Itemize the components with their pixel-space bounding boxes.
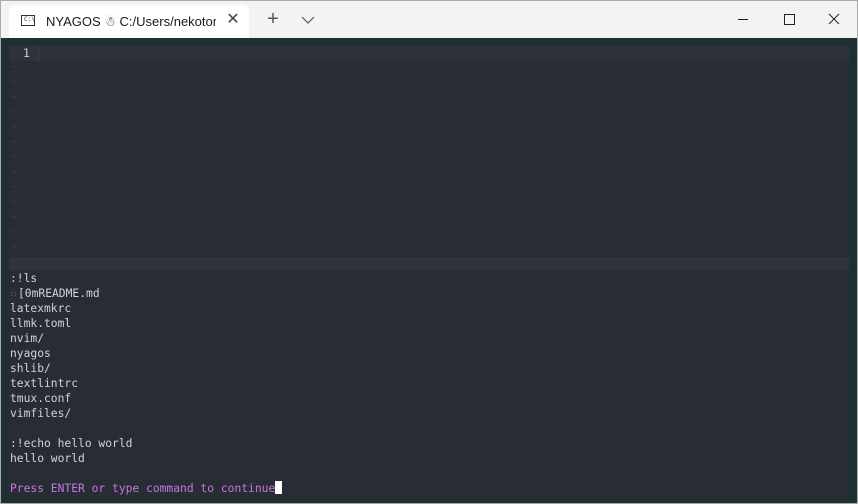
output-textlintrc: textlintrc (10, 377, 79, 390)
empty-line-tilde: ~ (11, 122, 18, 133)
chevron-down-icon[interactable] (299, 11, 317, 29)
empty-line-tilde: ~ (11, 182, 18, 193)
command-line-separator (9, 257, 849, 270)
cursor-line: 1 (9, 46, 849, 61)
empty-line-tilde: ~ (11, 197, 18, 208)
empty-line-tilde: ~ (11, 107, 18, 118)
output-readme: ▫[0mREADME.md (10, 286, 100, 301)
command-ls: :!ls (10, 272, 38, 285)
output-nvim: nvim/ (10, 332, 45, 345)
empty-line-tilde: ~ (11, 92, 18, 103)
line-number-divider (38, 46, 39, 61)
close-icon[interactable]: ✕ (225, 12, 241, 28)
plus-icon[interactable]: + (263, 9, 283, 29)
output-llmk: llmk.toml (10, 317, 72, 330)
empty-line-tilde: ~ (11, 167, 18, 178)
output-tmux: tmux.conf (10, 392, 72, 405)
empty-line-tilde: ~ (11, 137, 18, 148)
continue-prompt[interactable]: Press ENTER or type command to continue (10, 481, 283, 496)
empty-line-tilde: ~ (11, 212, 18, 223)
output-shlib: shlib/ (10, 362, 51, 375)
title-bar[interactable]: C:\ NYAGOS ☃ C:/Users/nekotoma ✕ + (1, 1, 857, 38)
output-readme-text: [0mREADME.md (18, 287, 100, 300)
command-echo: :!echo hello world (10, 437, 133, 450)
output-vimfiles: vimfiles/ (10, 407, 72, 420)
escape-glyph: ▫ (10, 287, 17, 300)
empty-line-tilde: ~ (11, 242, 18, 253)
empty-line-tilde: ~ (11, 152, 18, 163)
tab-nyagos[interactable]: C:\ NYAGOS ☃ C:/Users/nekotoma ✕ (9, 5, 249, 38)
maximize-icon[interactable] (766, 1, 812, 38)
close-window-icon[interactable] (811, 1, 857, 38)
empty-line-tilde: ~ (11, 62, 18, 73)
terminal-icon: C:\ (21, 15, 35, 26)
terminal-pane[interactable]: 1 ~ ~ ~ ~ ~ ~ ~ ~ ~ ~ ~ ~ ~ :!ls ▫[0mREADME.md latex… (9, 46, 849, 498)
text-cursor (275, 481, 283, 494)
tab-title: NYAGOS ☃ C:/Users/nekotoma (46, 14, 216, 29)
terminal-window: C:\ NYAGOS ☃ C:/Users/nekotoma ✕ + 1 ~ ~ ~… (0, 0, 858, 504)
empty-line-tilde: ~ (11, 77, 18, 88)
empty-line-tilde: ~ (11, 227, 18, 238)
minimize-icon[interactable] (720, 1, 766, 38)
output-latexmkrc: latexmkrc (10, 302, 72, 315)
continue-prompt-text: Press ENTER or type command to continue (10, 482, 276, 495)
output-nyagos: nyagos (10, 347, 51, 360)
output-echo: hello world (10, 452, 85, 465)
line-number: 1 (23, 47, 30, 60)
